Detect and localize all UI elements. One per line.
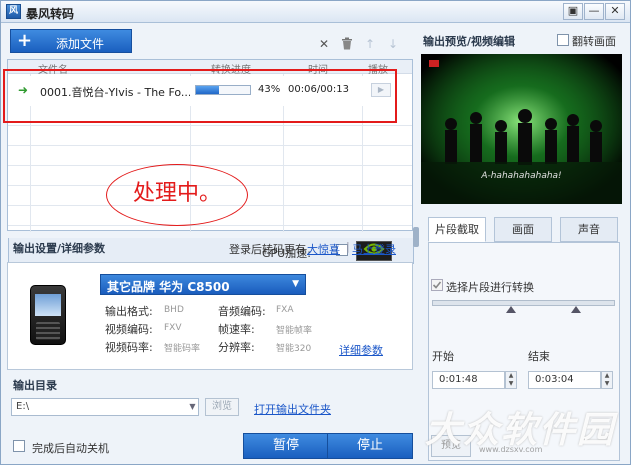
param-value: FXV [164,323,182,333]
play-button[interactable]: ▶ [371,83,391,97]
param-label: 音频编码: [218,305,266,318]
table-header: 文件名 转换进度 时间 播放 [8,60,412,76]
dropdown-arrow-icon: ▼ [292,279,299,289]
video-frame [421,54,622,204]
end-time-input[interactable]: 0:03:04 [528,371,601,389]
param-value: FXA [276,305,294,315]
video-preview: A-hahahahahaha! [421,54,622,204]
device-select-value: 其它品牌 华为 C8500 [107,280,230,294]
spin-down-icon[interactable]: ▼ [506,380,516,388]
segment-panel: 选择片段进行转换 开始 结束 0:01:48 ▲ ▼ 0:03:04 ▲ ▼ 预… [428,242,620,461]
login-hint-text: 登录后转码更有 [229,243,306,256]
preview-button[interactable]: 预览 [431,435,471,457]
file-list-table: 文件名 转换进度 时间 播放 ➜ 0001.音悦台-Ylvis - The Fo… [7,59,414,264]
spin-up-icon[interactable]: ▲ [602,372,612,380]
shutdown-label: 完成后自动关机 [32,442,109,455]
app-title: 暴风转码 [26,7,75,21]
pause-button[interactable]: 暂停 [243,433,329,459]
empty-row [8,106,412,126]
move-down-icon[interactable]: ↓ [386,37,400,51]
output-dir-row: E:\ ▼ 浏览 打开输出文件夹 [7,398,413,418]
bottom-bar: 完成后自动关机 暂停 停止 [7,431,413,461]
menu-button[interactable]: ▣ [563,3,583,20]
empty-row [8,146,412,166]
output-dir-input[interactable]: E:\ [11,398,199,416]
output-settings-title: 输出设置/详细参数 [13,242,106,255]
open-output-folder-link[interactable]: 打开输出文件夹 [254,401,331,417]
start-label: 开始 [432,350,454,363]
param-label: 帧速率: [218,323,255,336]
param-value: 智能帧率 [276,326,313,336]
end-label: 结束 [528,350,550,363]
processing-annotation: 处理中。 [106,164,248,226]
spin-down-icon[interactable]: ▼ [602,380,612,388]
remove-icon[interactable]: ✕ [317,37,331,51]
param-value: BHD [164,305,184,315]
close-button[interactable]: ✕ [605,3,625,20]
column-header-time: 时间 [308,65,328,76]
plus-icon: + [17,30,33,51]
trash-icon[interactable] [340,37,354,51]
start-slider-handle[interactable] [506,306,516,313]
preview-title: 输出预览/视频编辑 [423,35,516,48]
file-toolbar: + 添加文件 ✕ ↑ ↓ [7,27,413,57]
left-pane: + 添加文件 ✕ ↑ ↓ 文件名 转换进度 时间 播放 ➜ 0001.音悦台-Y… [3,27,414,461]
table-row[interactable]: ➜ 0001.音悦台-Ylvis - The Fo... 43% 00:06/0… [8,76,412,106]
flip-label: 翻转画面 [572,35,616,48]
right-pane: 输出预览/视频编辑 翻转画面 A-hahahahahaha! 片段截取 画面 声… [420,27,626,461]
output-dir-title: 输出目录 [13,379,57,392]
collapse-panel-handle[interactable] [413,227,419,247]
shutdown-checkbox[interactable] [13,440,25,452]
column-header-progress: 转换进度 [211,65,251,76]
output-settings-panel: 其它品牌 华为 C8500 ▼ 输出格式: BHD 音频编码: FXA 视频编码… [7,262,413,370]
flip-checkbox[interactable] [557,34,569,46]
segment-label: 选择片段进行转换 [446,281,534,294]
tab-segment[interactable]: 片段截取 [428,217,486,242]
add-file-label: 添加文件 [56,37,105,51]
empty-row [8,126,412,146]
segment-checkbox[interactable] [431,279,443,291]
end-slider-handle[interactable] [571,306,581,313]
progress-fill [196,86,220,94]
start-time-spinner[interactable]: ▲ ▼ [505,371,517,389]
dropdown-arrow-icon[interactable]: ▼ [187,399,198,415]
column-header-play: 播放 [368,65,388,76]
title-bar: 风 暴风转码 ▣ — ✕ [1,1,630,23]
stop-button[interactable]: 停止 [327,433,413,459]
video-subtitle: A-hahahahahaha! [481,171,562,181]
param-label: 输出格式: [105,305,153,318]
detail-params-link[interactable]: 详细参数 [339,342,383,358]
minimize-button[interactable]: — [584,3,604,20]
end-time-spinner[interactable]: ▲ ▼ [601,371,613,389]
surprise-link[interactable]: 大惊喜 [307,241,340,257]
device-select[interactable]: 其它品牌 华为 C8500 ▼ [100,274,306,295]
progress-percent: 43% [258,84,281,95]
converting-arrow-icon: ➜ [18,83,29,97]
move-up-icon[interactable]: ↑ [363,37,377,51]
segment-slider[interactable] [432,300,615,306]
column-header-filename: 文件名 [38,65,68,76]
tab-audio[interactable]: 声音 [560,217,618,242]
param-label: 视频码率: [105,341,153,354]
login-link[interactable]: 马上登录 [352,241,396,257]
browse-button[interactable]: 浏览 [205,398,239,416]
conversion-progress-bar [195,85,251,95]
param-value: 智能码率 [164,344,201,354]
param-label: 分辨率: [218,341,255,354]
app-logo-icon: 风 [6,4,21,19]
param-value: 智能320 [276,344,312,354]
phone-device-icon [30,285,66,345]
param-label: 视频编码: [105,323,153,336]
file-time: 00:06/00:13 [288,84,350,95]
app-window: 风 暴风转码 ▣ — ✕ + 添加文件 ✕ ↑ ↓ 文件名 转换进度 时间 播放 [0,0,631,465]
add-file-button[interactable]: + 添加文件 [10,29,132,53]
spin-up-icon[interactable]: ▲ [506,372,516,380]
edit-tabs: 片段截取 画面 声音 [428,217,620,243]
link-separator: | [346,240,350,253]
file-name: 0001.音悦台-Ylvis - The Fo... [40,86,190,99]
channel-logo-icon [429,60,439,67]
tab-picture[interactable]: 画面 [494,217,552,242]
start-time-input[interactable]: 0:01:48 [432,371,505,389]
